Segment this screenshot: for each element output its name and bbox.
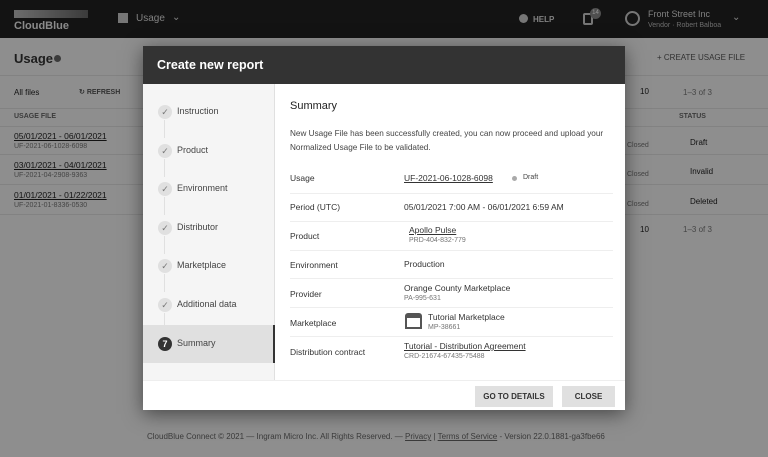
step-product[interactable]: ✓ Product: [143, 132, 275, 170]
step-label: Distributor: [177, 222, 219, 232]
step-number: 7: [158, 337, 172, 351]
step-instruction[interactable]: ✓ Instruction: [143, 93, 275, 131]
check-icon: ✓: [158, 105, 172, 119]
usage-link[interactable]: UF-2021-06-1028-6098: [404, 173, 493, 183]
contract-label: Distribution contract: [290, 347, 366, 357]
check-icon: ✓: [158, 182, 172, 196]
provider-id: PA-995-631: [404, 295, 441, 302]
dialog-title: Create new report: [143, 46, 625, 84]
success-message: New Usage File has been successfully cre…: [290, 129, 604, 152]
step-label: Marketplace: [177, 260, 227, 270]
close-button[interactable]: CLOSE: [562, 386, 615, 407]
provider-label: Provider: [290, 289, 322, 299]
summary-heading: Summary: [290, 100, 338, 112]
period-label: Period (UTC): [290, 202, 341, 212]
check-icon: ✓: [158, 259, 172, 273]
step-environment[interactable]: ✓ Environment: [143, 170, 275, 208]
marketplace-store-icon: [405, 313, 422, 329]
contract-id: CRD-21674-67435-75488: [404, 353, 485, 360]
step-label: Environment: [177, 183, 228, 193]
marketplace-id: MP-38661: [428, 324, 461, 331]
contract-link[interactable]: Tutorial - Distribution Agreement: [404, 341, 526, 351]
environment-label: Environment: [290, 260, 338, 270]
create-report-dialog: Create new report ✓ Instruction ✓ Product …: [143, 46, 625, 410]
usage-label: Usage: [290, 173, 315, 183]
step-label: Summary: [177, 338, 216, 348]
marketplace-name: Tutorial Marketplace: [428, 312, 505, 322]
product-link[interactable]: Apollo Pulse: [409, 225, 456, 235]
check-icon: ✓: [158, 221, 172, 235]
provider-name: Orange County Marketplace: [404, 283, 511, 293]
environment-value: Production: [404, 259, 445, 269]
usage-status: Draft: [523, 174, 539, 181]
check-icon: ✓: [158, 298, 172, 312]
marketplace-label: Marketplace: [290, 318, 337, 328]
product-label: Product: [290, 231, 320, 241]
step-marketplace[interactable]: ✓ Marketplace: [143, 247, 275, 285]
step-additional-data[interactable]: ✓ Additional data: [143, 286, 275, 324]
period-value: 05/01/2021 7:00 AM - 06/01/2021 6:59 AM: [404, 202, 564, 212]
status-dot-icon: [512, 176, 517, 181]
check-icon: ✓: [158, 144, 172, 158]
go-to-details-button[interactable]: GO TO DETAILS: [475, 386, 553, 407]
step-label: Product: [177, 145, 209, 155]
step-label: Additional data: [177, 299, 237, 309]
step-summary[interactable]: 7 Summary: [143, 325, 275, 363]
product-id: PRD-404-832-779: [409, 237, 466, 244]
wizard-steps: ✓ Instruction ✓ Product ✓ Environment ✓ Dist…: [143, 84, 275, 380]
dialog-actions: GO TO DETAILS CLOSE: [143, 380, 625, 410]
step-label: Instruction: [177, 106, 219, 116]
step-distributor[interactable]: ✓ Distributor: [143, 209, 275, 247]
